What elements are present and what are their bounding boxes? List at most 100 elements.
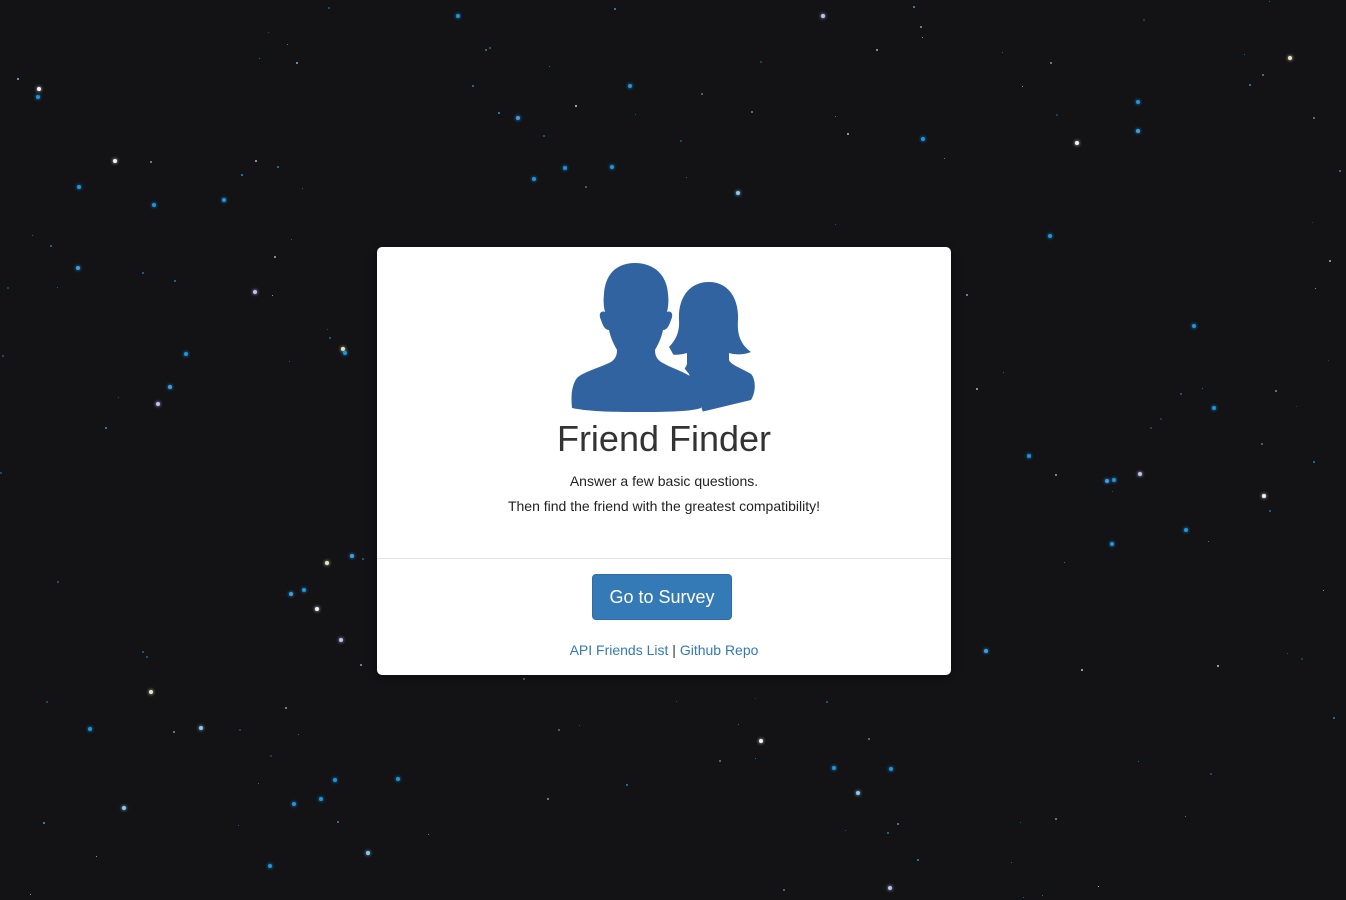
star-dot xyxy=(1339,170,1341,172)
link-separator: | xyxy=(672,642,676,658)
star-dot xyxy=(272,295,273,296)
star-dot xyxy=(558,729,560,731)
star-dot xyxy=(921,137,925,141)
star-dot xyxy=(1296,406,1297,407)
star-dot xyxy=(0,472,2,474)
star-dot xyxy=(1269,510,1271,512)
star-dot xyxy=(1020,822,1021,823)
star-dot xyxy=(329,337,331,339)
star-dot xyxy=(1112,478,1116,482)
star-dot xyxy=(238,825,239,826)
star-dot xyxy=(922,37,923,38)
star-dot xyxy=(1003,372,1004,373)
card-footer: Go to Survey API Friends List | Github R… xyxy=(377,559,951,675)
star-dot xyxy=(142,272,144,274)
star-dot xyxy=(628,84,632,88)
star-dot xyxy=(122,806,126,810)
star-dot xyxy=(1192,324,1196,328)
star-dot xyxy=(966,294,968,296)
star-dot xyxy=(736,191,740,195)
star-dot xyxy=(343,351,347,355)
star-dot xyxy=(489,47,491,49)
star-dot xyxy=(142,651,144,653)
star-dot xyxy=(1112,491,1113,492)
star-dot xyxy=(1212,406,1216,410)
star-dot xyxy=(7,287,9,289)
star-dot xyxy=(362,558,364,560)
go-to-survey-button[interactable]: Go to Survey xyxy=(592,574,732,620)
star-dot xyxy=(253,290,257,294)
star-dot xyxy=(255,160,257,162)
star-dot xyxy=(289,361,290,362)
star-dot xyxy=(50,245,52,247)
star-dot xyxy=(1048,234,1052,238)
star-dot xyxy=(77,185,81,189)
star-dot xyxy=(339,638,343,642)
card-body: Friend Finder Answer a few basic questio… xyxy=(377,247,951,558)
star-dot xyxy=(1136,100,1140,104)
star-dot xyxy=(291,239,292,240)
star-dot xyxy=(1269,1,1270,2)
star-dot xyxy=(289,592,293,596)
star-dot xyxy=(287,44,288,45)
star-dot xyxy=(1288,56,1292,60)
star-dot xyxy=(302,588,306,592)
star-dot xyxy=(516,116,520,120)
star-dot xyxy=(835,224,836,225)
star-dot xyxy=(337,821,339,823)
star-dot xyxy=(456,14,460,18)
star-dot xyxy=(751,111,753,113)
star-dot xyxy=(755,698,756,699)
landing-card: Friend Finder Answer a few basic questio… xyxy=(377,247,951,675)
star-dot xyxy=(46,701,48,703)
star-dot xyxy=(88,727,92,731)
github-repo-link[interactable]: Github Repo xyxy=(680,642,759,658)
star-dot xyxy=(532,177,536,181)
star-dot xyxy=(118,397,119,398)
star-dot xyxy=(366,851,370,855)
star-dot xyxy=(37,87,41,91)
star-dot xyxy=(241,174,243,176)
star-dot xyxy=(184,352,188,356)
star-dot xyxy=(835,116,836,117)
star-dot xyxy=(889,767,893,771)
star-dot xyxy=(1262,74,1264,76)
star-dot xyxy=(701,93,703,95)
star-dot xyxy=(759,739,763,743)
star-dot xyxy=(944,158,945,159)
star-dot xyxy=(292,802,296,806)
star-dot xyxy=(360,664,362,666)
star-dot xyxy=(1050,62,1052,64)
star-dot xyxy=(152,203,156,207)
star-dot xyxy=(1075,141,1079,145)
page-title: Friend Finder xyxy=(556,418,772,459)
star-dot xyxy=(832,766,836,770)
star-dot xyxy=(575,105,577,107)
star-dot xyxy=(485,49,487,51)
star-dot xyxy=(1150,427,1152,429)
star-dot xyxy=(268,864,272,868)
star-dot xyxy=(610,165,614,169)
star-dot xyxy=(173,731,175,733)
star-dot xyxy=(1105,479,1109,483)
subtitle-line-1: Answer a few basic questions. xyxy=(569,473,759,489)
star-dot xyxy=(1202,388,1203,389)
star-dot xyxy=(17,78,19,80)
star-dot xyxy=(579,725,580,726)
star-dot xyxy=(396,777,400,781)
star-dot xyxy=(976,388,978,390)
star-dot xyxy=(298,734,299,735)
star-dot xyxy=(868,738,870,740)
api-friends-list-link[interactable]: API Friends List xyxy=(570,642,669,658)
star-dot xyxy=(1210,773,1212,775)
star-dot xyxy=(1312,222,1313,223)
star-dot xyxy=(259,58,260,59)
star-dot xyxy=(876,49,878,51)
star-dot xyxy=(917,859,919,861)
star-dot xyxy=(543,135,545,137)
star-dot xyxy=(1064,562,1065,563)
star-dot xyxy=(738,724,739,725)
star-dot xyxy=(146,656,148,658)
star-dot xyxy=(36,95,40,99)
star-dot xyxy=(1081,669,1083,671)
